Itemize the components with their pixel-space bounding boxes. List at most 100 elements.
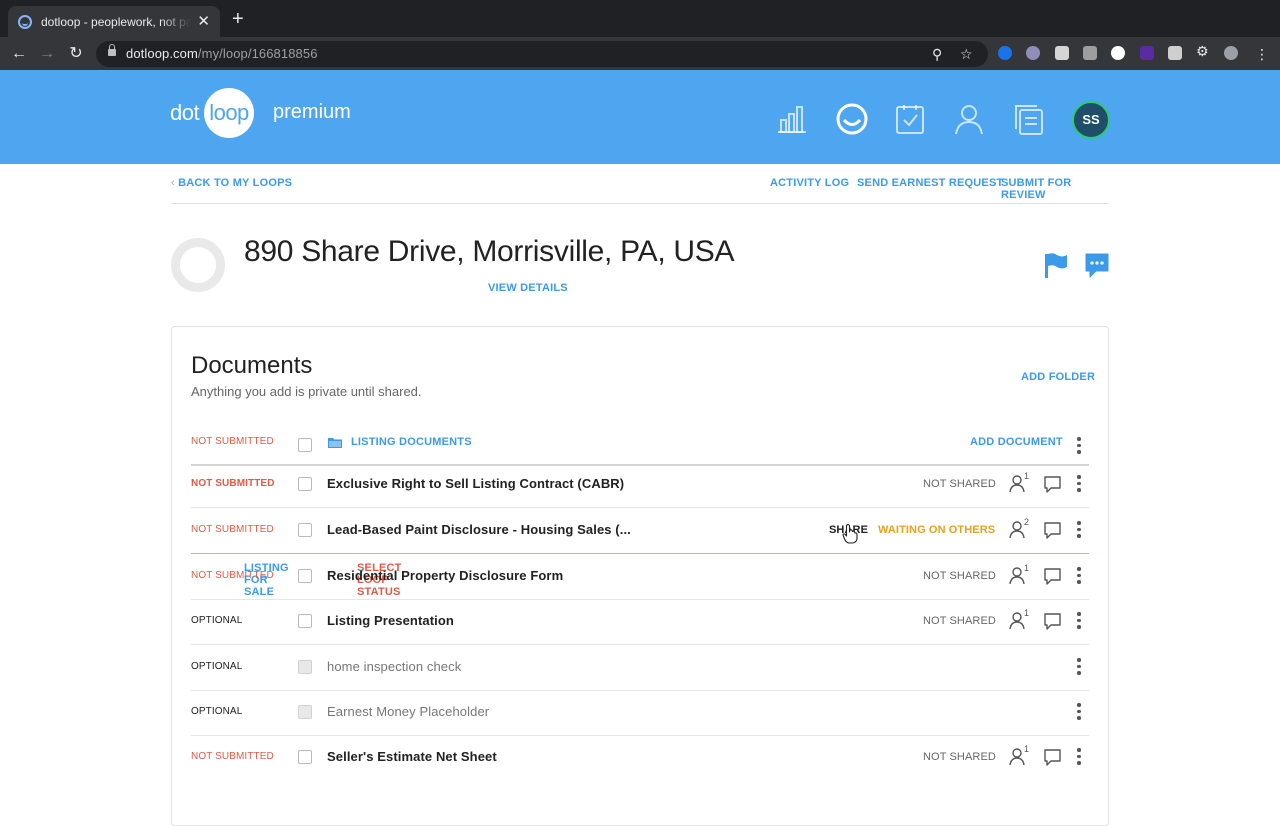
bookmark-star-icon[interactable]: ☆ [960, 46, 973, 63]
forward-arrow-icon[interactable]: → [37, 44, 57, 64]
extension-f-icon[interactable] [1168, 46, 1182, 60]
document-checkbox[interactable] [298, 569, 312, 583]
document-checkbox[interactable] [298, 523, 312, 537]
extension-s-icon[interactable] [1111, 46, 1125, 60]
extension-blue-icon[interactable] [998, 46, 1012, 60]
extension-k-icon[interactable] [1083, 46, 1097, 60]
comment-icon[interactable] [1044, 476, 1061, 493]
documents-subtitle: Anything you add is private until shared… [191, 384, 422, 399]
folder-checkbox[interactable] [298, 438, 312, 452]
profile-icon[interactable] [1224, 46, 1238, 60]
placeholder-row[interactable]: OPTIONAL home inspection check [191, 646, 1089, 691]
participants-icon[interactable]: 1 [1008, 563, 1030, 588]
logo-loop-circle: loop [204, 88, 254, 138]
comment-icon[interactable] [1044, 568, 1061, 585]
comment-icon[interactable] [1044, 749, 1061, 766]
document-row[interactable]: NOT SUBMITTED Lead-Based Paint Disclosur… [191, 509, 1089, 554]
loop-title: 890 Share Drive, Morrisville, PA, USA [244, 235, 735, 268]
folder-icon [328, 438, 342, 448]
document-name[interactable]: Listing Presentation [327, 613, 454, 628]
user-avatar[interactable]: SS [1072, 101, 1110, 139]
back-arrow-icon[interactable]: ← [9, 44, 29, 64]
document-checkbox[interactable] [298, 477, 312, 491]
logo-premium-text: premium [273, 101, 351, 123]
contacts-person-icon[interactable] [952, 102, 986, 136]
close-tab-icon[interactable]: ✕ [197, 14, 210, 29]
document-name[interactable]: Lead-Based Paint Disclosure - Housing Sa… [327, 522, 631, 537]
zoom-icon[interactable]: ⚲ [932, 46, 942, 63]
document-checkbox[interactable] [298, 750, 312, 764]
templates-documents-icon[interactable] [1011, 102, 1045, 136]
document-row[interactable]: NOT SUBMITTED Exclusive Right to Sell Li… [191, 463, 1089, 508]
flag-icon[interactable] [1045, 252, 1069, 278]
logo-dot-text: dot [170, 100, 200, 125]
comment-icon[interactable] [1044, 522, 1061, 539]
folder-more-options-icon[interactable] [1077, 437, 1081, 457]
document-name[interactable]: Residential Property Disclosure Form [327, 568, 563, 583]
extensions-puzzle-icon[interactable]: ⚙ [1196, 43, 1210, 59]
loop-progress-ring [171, 238, 225, 292]
hand-cursor-icon [842, 524, 858, 544]
extension-r-icon[interactable] [1140, 46, 1154, 60]
back-to-loops-link[interactable]: ‹ BACK TO MY LOOPS [171, 177, 292, 189]
extension-b-icon[interactable] [1055, 46, 1069, 60]
participants-icon[interactable]: 1 [1008, 744, 1030, 769]
chat-bubble-icon[interactable] [1084, 252, 1110, 278]
new-tab-button[interactable]: + [232, 9, 244, 29]
document-checkbox[interactable] [298, 614, 312, 628]
documents-heading: Documents [191, 352, 313, 379]
document-row[interactable]: NOT SUBMITTED Residential Property Discl… [191, 555, 1089, 600]
tasks-checklist-icon[interactable] [893, 102, 927, 136]
back-to-loops-label: BACK TO MY LOOPS [178, 177, 293, 189]
more-options-icon[interactable] [1077, 748, 1081, 768]
document-status: NOT SUBMITTED [191, 570, 274, 581]
participants-count: 1 [1024, 608, 1030, 618]
participants-count: 1 [1024, 471, 1030, 481]
document-status: NOT SUBMITTED [191, 478, 275, 489]
view-details-link[interactable]: VIEW DETAILS [488, 282, 568, 294]
document-row[interactable]: OPTIONAL Listing Presentation NOT SHARED… [191, 600, 1089, 645]
share-status: NOT SHARED [923, 570, 996, 582]
lock-icon [108, 44, 116, 56]
browser-tab[interactable]: dotloop - peoplework, not paperwork ✕ [8, 6, 220, 37]
add-document-button[interactable]: ADD DOCUMENT [970, 436, 1063, 448]
folder-row: NOT SUBMITTED LISTING DOCUMENTS ADD DOCU… [191, 421, 1089, 466]
more-options-icon[interactable] [1077, 521, 1081, 541]
activity-log-link[interactable]: ACTIVITY LOG [770, 177, 849, 189]
submit-for-review-link[interactable]: SUBMIT FOR REVIEW [1001, 177, 1109, 201]
more-options-icon[interactable] [1077, 703, 1081, 723]
more-options-icon[interactable] [1077, 658, 1081, 678]
participants-icon[interactable]: 2 [1008, 517, 1030, 542]
document-status: OPTIONAL [191, 661, 243, 672]
reload-icon[interactable]: ↻ [66, 44, 86, 64]
browser-menu-icon[interactable]: ⋮ [1252, 44, 1272, 64]
placeholder-name[interactable]: home inspection check [327, 659, 461, 674]
participants-count: 1 [1024, 563, 1030, 573]
document-checkbox [298, 660, 312, 674]
folder-name[interactable]: LISTING DOCUMENTS [351, 436, 472, 448]
more-options-icon[interactable] [1077, 475, 1081, 495]
browser-tab-strip: dotloop - peoplework, not paperwork ✕ + [0, 0, 1280, 37]
document-name[interactable]: Seller's Estimate Net Sheet [327, 749, 497, 764]
placeholder-name[interactable]: Earnest Money Placeholder [327, 704, 489, 719]
extension-purple-icon[interactable] [1026, 46, 1040, 60]
more-options-icon[interactable] [1077, 567, 1081, 587]
placeholder-row[interactable]: OPTIONAL Earnest Money Placeholder [191, 691, 1089, 736]
more-options-icon[interactable] [1077, 612, 1081, 632]
folder-status: NOT SUBMITTED [191, 436, 274, 447]
loops-icon[interactable] [835, 102, 869, 136]
address-bar[interactable]: dotloop.com/my/loop/166818856 ⚲ ☆ [96, 41, 988, 67]
participants-count: 2 [1024, 517, 1030, 527]
participants-icon[interactable]: 1 [1008, 471, 1030, 496]
participants-icon[interactable]: 1 [1008, 608, 1030, 633]
share-status: NOT SHARED [923, 615, 996, 627]
add-folder-button[interactable]: ADD FOLDER [1021, 371, 1095, 383]
send-earnest-request-link[interactable]: SEND EARNEST REQUEST [857, 177, 1003, 189]
reports-chart-icon[interactable] [775, 102, 809, 136]
participants-count: 1 [1024, 744, 1030, 754]
comment-icon[interactable] [1044, 613, 1061, 630]
dotloop-favicon-icon [18, 14, 32, 29]
document-name[interactable]: Exclusive Right to Sell Listing Contract… [327, 476, 624, 491]
loop-subnav: ‹ BACK TO MY LOOPS ACTIVITY LOG SEND EAR… [171, 176, 1109, 204]
document-row[interactable]: NOT SUBMITTED Seller's Estimate Net Shee… [191, 736, 1089, 781]
